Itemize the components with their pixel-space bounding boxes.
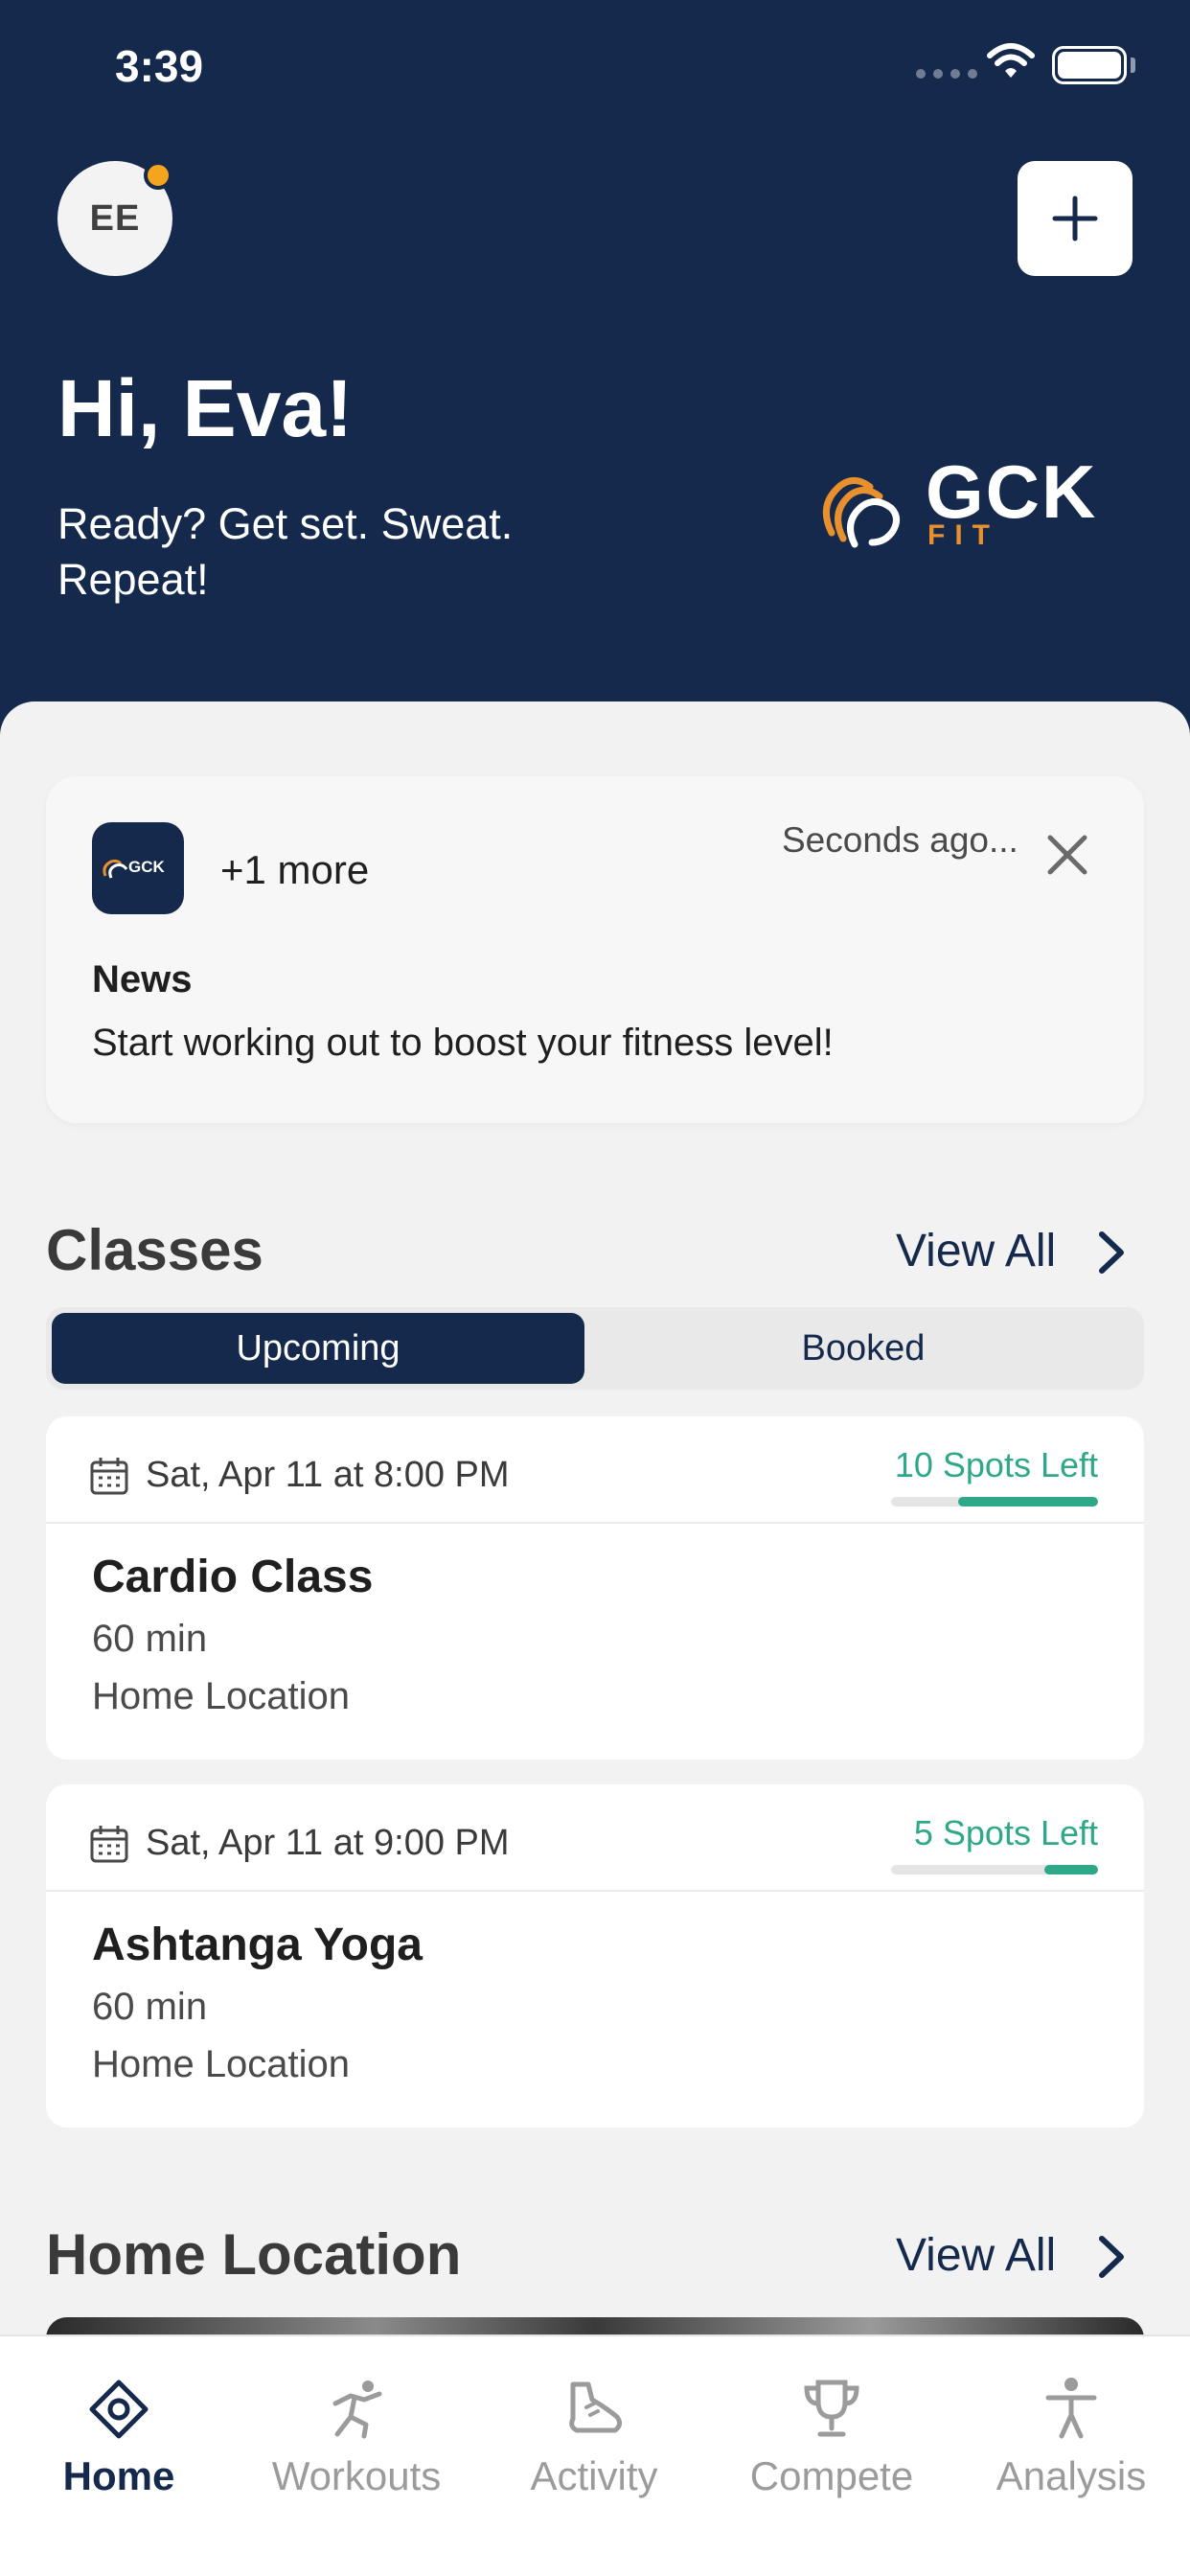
- gck-fit-logo: GCK FIT: [812, 449, 1100, 562]
- tab-home[interactable]: Home: [0, 2336, 238, 2528]
- home-location-title: Home Location: [46, 2222, 462, 2287]
- class-duration: 60 min: [92, 1986, 208, 2028]
- tab-workouts[interactable]: Workouts: [238, 2336, 475, 2528]
- trophy-icon: [804, 2380, 859, 2437]
- add-button[interactable]: [1018, 161, 1133, 276]
- notification-time: Seconds ago...: [782, 820, 1018, 860]
- tab-upcoming[interactable]: Upcoming: [52, 1313, 584, 1384]
- tab-label: Workouts: [271, 2453, 442, 2498]
- class-date: Sat, Apr 11 at 9:00 PM: [146, 1823, 510, 1863]
- person-icon: [1045, 2378, 1097, 2439]
- spots-left: 5 Spots Left: [913, 1813, 1098, 1852]
- battery-cap: [1131, 58, 1135, 73]
- status-time: 3:39: [115, 41, 204, 91]
- classes-title: Classes: [46, 1218, 263, 1282]
- calendar-icon: [90, 1458, 128, 1495]
- news-notification[interactable]: GCK +1 more Seconds ago... News Start wo…: [46, 776, 1144, 1123]
- spots-progress-bar: [891, 1865, 1098, 1874]
- spots-left: 10 Spots Left: [894, 1445, 1098, 1484]
- greeting-title: Hi, Eva!: [57, 363, 354, 453]
- tab-analysis[interactable]: Analysis: [952, 2336, 1190, 2528]
- tab-activity[interactable]: Activity: [475, 2336, 713, 2528]
- class-duration: 60 min: [92, 1618, 208, 1660]
- cellular-signal-icon: [916, 69, 977, 79]
- chevron-right-icon[interactable]: [1092, 2233, 1131, 2281]
- tab-label: Home: [62, 2453, 175, 2498]
- spots-progress-fill: [1044, 1865, 1098, 1874]
- activity-icon: [569, 2381, 623, 2433]
- tab-booked[interactable]: Booked: [588, 1313, 1138, 1384]
- workouts-icon: [332, 2380, 382, 2439]
- home-location-view-all-link[interactable]: View All: [896, 2229, 1056, 2282]
- app-logo-icon: [103, 859, 128, 879]
- tab-compete[interactable]: Compete: [713, 2336, 950, 2528]
- notification-more-count: +1 more: [220, 847, 370, 892]
- class-location: Home Location: [92, 1675, 351, 1717]
- logo-subtext: FIT: [927, 519, 999, 551]
- class-date: Sat, Apr 11 at 8:00 PM: [146, 1455, 510, 1495]
- app-icon-label: GCK: [128, 858, 165, 876]
- chevron-right-icon[interactable]: [1092, 1229, 1131, 1276]
- class-card[interactable]: Sat, Apr 11 at 8:00 PM 10 Spots Left Car…: [46, 1416, 1144, 1760]
- notification-title: News: [92, 958, 193, 1000]
- notification-dot: [144, 161, 172, 190]
- app-icon: GCK: [92, 822, 184, 914]
- class-card[interactable]: Sat, Apr 11 at 9:00 PM 5 Spots Left Asht…: [46, 1784, 1144, 2128]
- class-name: Ashtanga Yoga: [92, 1920, 423, 1970]
- class-name: Cardio Class: [92, 1552, 374, 1602]
- spots-progress-fill: [958, 1497, 1098, 1506]
- tab-label: Compete: [749, 2453, 914, 2498]
- battery-icon: [1052, 46, 1127, 84]
- logo-mark-icon: [822, 477, 900, 548]
- greeting-tagline: Ready? Get set. Sweat. Repeat!: [57, 499, 514, 604]
- class-location: Home Location: [92, 2043, 351, 2085]
- tab-label: Activity: [530, 2453, 658, 2498]
- bottom-tab-bar: Home Workouts Activity Compete Analysis: [0, 2334, 1190, 2576]
- spots-progress-bar: [891, 1497, 1098, 1506]
- close-icon[interactable]: [1039, 826, 1096, 884]
- classes-view-all-link[interactable]: View All: [896, 1225, 1056, 1277]
- classes-segmented-control: Upcoming Booked: [46, 1307, 1144, 1390]
- notification-body: Start working out to boost your fitness …: [92, 1022, 834, 1064]
- plus-icon: [1052, 196, 1098, 242]
- wifi-icon: [987, 43, 1035, 78]
- card-divider: [46, 1890, 1144, 1892]
- card-divider: [46, 1522, 1144, 1524]
- tab-label: Analysis: [995, 2453, 1147, 2498]
- calendar-icon: [90, 1826, 128, 1863]
- home-icon: [89, 2380, 149, 2439]
- header: 3:39 EE Hi, Eva! Ready? Get set. Sweat. …: [0, 0, 1190, 748]
